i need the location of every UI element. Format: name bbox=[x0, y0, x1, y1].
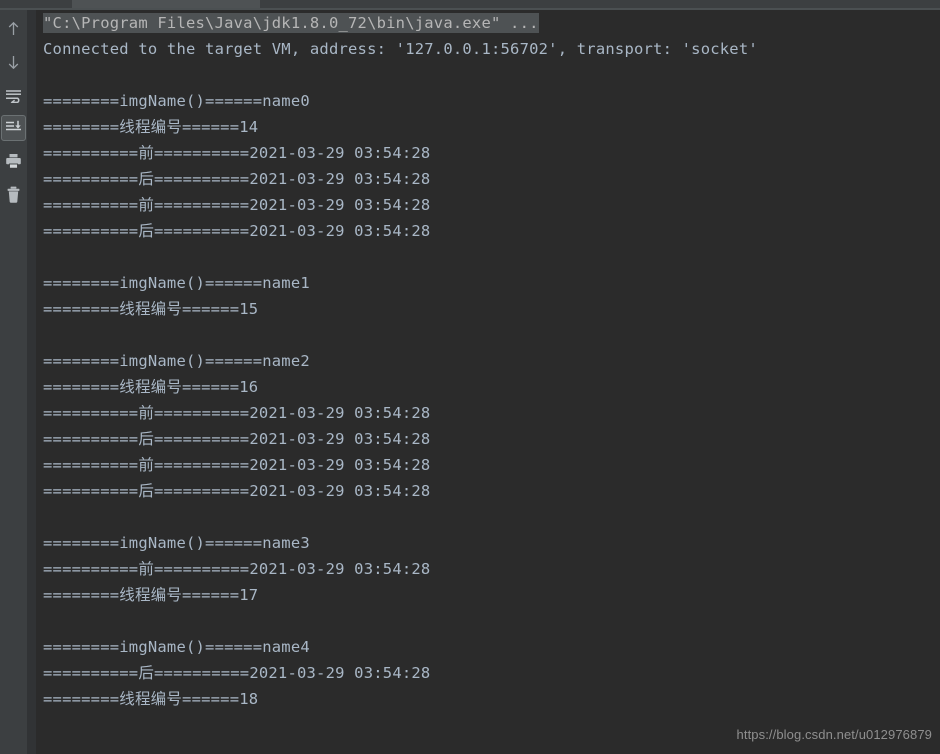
console-output-line: ========线程编号======18 bbox=[43, 690, 259, 708]
run-console-output[interactable]: "C:\Program Files\Java\jdk1.8.0_72\bin\j… bbox=[36, 10, 940, 754]
arrow-down-button[interactable] bbox=[1, 49, 26, 75]
trash-icon bbox=[6, 186, 21, 203]
console-output-line: ========线程编号======14 bbox=[43, 118, 259, 136]
print-icon bbox=[5, 153, 22, 169]
console-output-line: ========imgName()======name0 bbox=[43, 92, 310, 110]
console-output-line: ========imgName()======name2 bbox=[43, 352, 310, 370]
command-line-highlight: "C:\Program Files\Java\jdk1.8.0_72\bin\j… bbox=[43, 13, 539, 33]
scroll-to-end-button[interactable] bbox=[1, 115, 26, 141]
console-command-line: "C:\Program Files\Java\jdk1.8.0_72\bin\j… bbox=[36, 10, 940, 36]
console-output-line: ========线程编号======16 bbox=[43, 378, 259, 396]
console-output-line: ==========前==========2021-03-29 03:54:28 bbox=[43, 144, 431, 162]
console-output-line: ==========前==========2021-03-29 03:54:28 bbox=[43, 404, 431, 422]
console-output-line: ==========前==========2021-03-29 03:54:28 bbox=[43, 560, 431, 578]
console-output-line: ==========后==========2021-03-29 03:54:28 bbox=[43, 222, 431, 240]
console-left-margin bbox=[27, 10, 36, 754]
console-output-line: ==========后==========2021-03-29 03:54:28 bbox=[43, 170, 431, 188]
console-output-line: ==========前==========2021-03-29 03:54:28 bbox=[43, 196, 431, 214]
console-output-line: ==========后==========2021-03-29 03:54:28 bbox=[43, 482, 431, 500]
print-button[interactable] bbox=[1, 148, 26, 174]
console-toolbar bbox=[0, 10, 27, 754]
arrow-up-button[interactable] bbox=[1, 16, 26, 42]
console-output-line: ========线程编号======17 bbox=[43, 586, 259, 604]
console-output-line: ==========前==========2021-03-29 03:54:28 bbox=[43, 456, 431, 474]
scroll-to-end-icon bbox=[5, 120, 22, 136]
arrow-up-icon bbox=[6, 21, 21, 37]
console-output-line: ========imgName()======name4 bbox=[43, 638, 310, 656]
console-output-line: ========线程编号======15 bbox=[43, 300, 259, 318]
soft-wrap-button[interactable] bbox=[1, 82, 26, 108]
arrow-down-icon bbox=[6, 54, 21, 70]
console-output-line: ========imgName()======name3 bbox=[43, 534, 310, 552]
console-status-line: Connected to the target VM, address: '12… bbox=[43, 40, 758, 58]
console-output-line: ==========后==========2021-03-29 03:54:28 bbox=[43, 430, 431, 448]
soft-wrap-icon bbox=[5, 88, 22, 103]
trash-button[interactable] bbox=[1, 181, 26, 207]
watermark-url: https://blog.csdn.net/u012976879 bbox=[736, 727, 932, 742]
console-output-line: ========imgName()======name1 bbox=[43, 274, 310, 292]
console-output-line: ==========后==========2021-03-29 03:54:28 bbox=[43, 664, 431, 682]
